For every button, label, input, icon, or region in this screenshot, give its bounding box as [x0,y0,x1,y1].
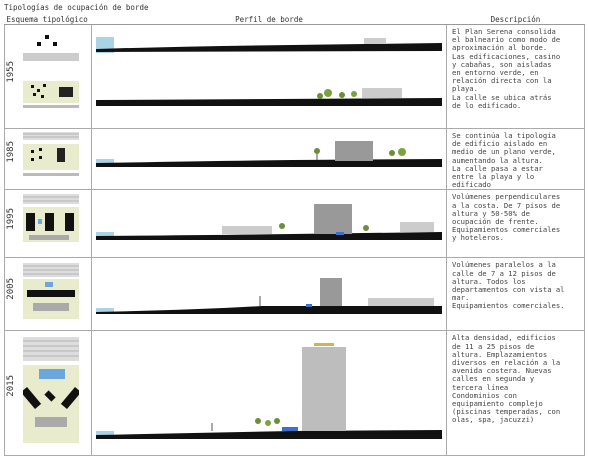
scheme-diagram-2005 [23,263,79,323]
profile-cell-1995 [91,189,447,259]
figure-title: Tipologías de ocupación de borde [4,3,149,12]
scheme-diagram-1995 [23,194,79,252]
scheme-diagram-2015 [23,337,79,449]
scheme-cell-1955: 1955 [4,24,92,129]
description-2015: Alta densidad, edificios de 11 a 25 piso… [452,333,561,425]
scheme-cell-2015: 2015 [4,330,92,456]
description-cell-1985: Se continúa la tipología de edificio ais… [446,127,585,191]
profile-drawing-1955 [96,37,442,106]
profile-cell-2015 [91,330,447,456]
year-label: 1985 [6,141,16,163]
profile-drawing-1995 [96,204,442,241]
description-1955: El Plan Serena consolida el balneario co… [452,27,561,110]
scheme-cell-1995: 1995 [4,189,92,259]
profile-drawing-2015 [96,343,442,440]
profile-drawing-1985 [96,141,442,167]
description-cell-1995: Volúmenes perpendiculares a la costa. De… [446,189,585,259]
year-label: 1995 [6,208,16,231]
scheme-diagram-1985 [23,132,79,180]
typology-table: Esquema tipológico Perfil de borde Descr… [4,14,585,456]
description-1995: Volúmenes perpendiculares a la costa. De… [452,192,561,243]
header-description: Descripción [446,14,585,25]
description-cell-2005: Volúmenes paralelos a la calle de 7 a 12… [446,257,585,332]
profile-cell-2005 [91,257,447,332]
year-label: 1955 [6,61,16,83]
profile-drawing-2005 [96,278,442,315]
description-cell-2015: Alta densidad, edificios de 11 a 25 piso… [446,330,585,456]
header-scheme: Esquema tipológico [4,14,92,25]
description-1985: Se continúa la tipología de edificio ais… [452,131,556,190]
scheme-cell-1985: 1985 [4,127,92,191]
description-cell-1955: El Plan Serena consolida el balneario co… [446,24,585,129]
description-2005: Volúmenes paralelos a la calle de 7 a 12… [452,260,565,311]
header-profile: Perfil de borde [91,14,447,25]
year-label: 2005 [6,278,16,301]
scheme-cell-2005: 2005 [4,257,92,332]
year-label: 2015 [6,375,16,398]
profile-cell-1955 [91,24,447,129]
profile-cell-1985 [91,127,447,191]
scheme-diagram-1955 [23,35,79,121]
